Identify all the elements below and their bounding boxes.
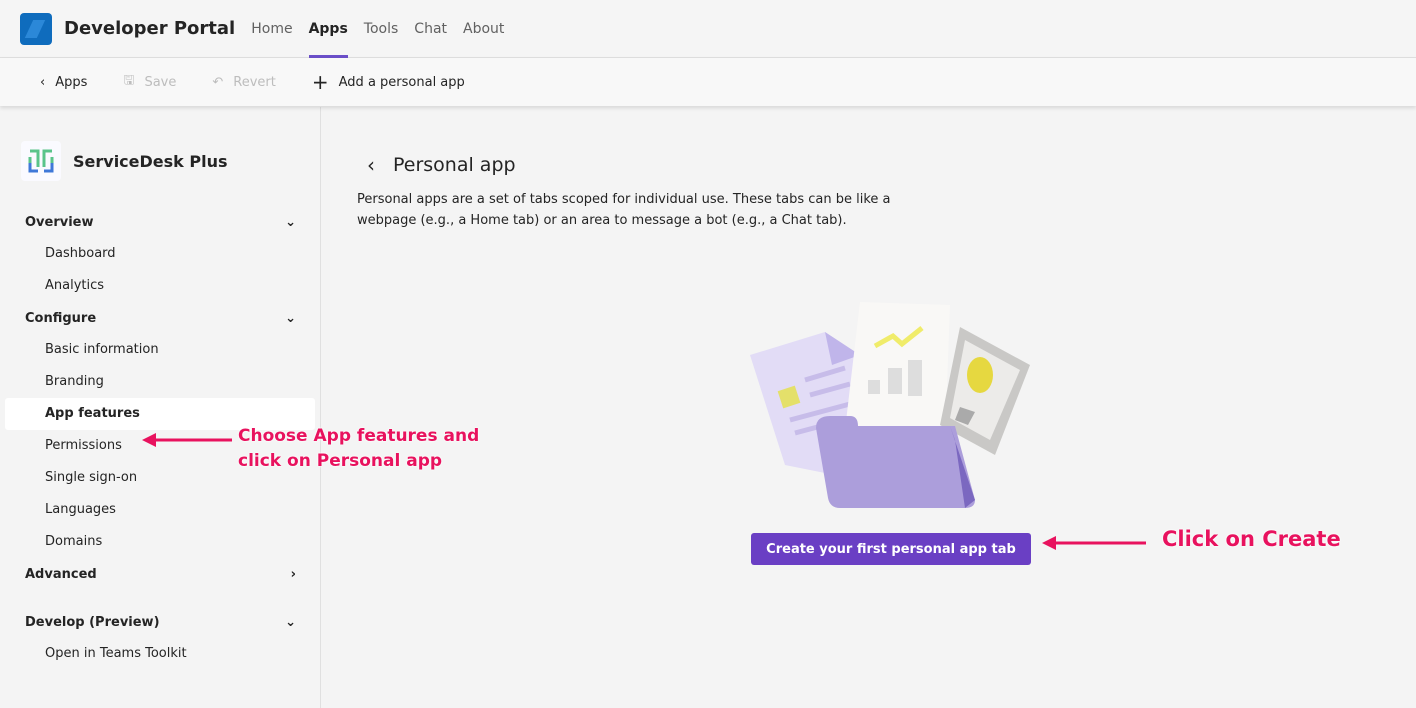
sidebar-item-branding[interactable]: Branding — [0, 366, 320, 398]
annotation-create: Click on Create — [1162, 527, 1341, 551]
chevron-down-icon: ⌄ — [285, 310, 296, 326]
save-button[interactable]: 🖫 Save — [123, 71, 176, 93]
revert-button[interactable]: ↶ Revert — [212, 75, 276, 90]
chevron-left-icon: ‹ — [40, 74, 46, 90]
app-name: ServiceDesk Plus — [73, 151, 228, 171]
section-label: Configure — [25, 310, 97, 326]
nav-apps[interactable]: Apps — [308, 0, 349, 58]
save-label: Save — [144, 74, 177, 90]
personal-app-illustration — [750, 302, 1030, 508]
create-personal-app-tab-button[interactable]: Create your first personal app tab — [751, 533, 1031, 565]
sidebar-item-domains[interactable]: Domains — [0, 526, 320, 558]
add-label: Add a personal app — [338, 74, 465, 90]
toolbar: ‹ Apps 🖫 Save ↶ Revert + Add a personal app — [0, 58, 1416, 106]
app-title: Developer Portal — [64, 18, 236, 39]
annotation-arrow-features — [142, 433, 232, 447]
annotation-features: Choose App features and click on Personal… — [238, 424, 479, 474]
annotation-line: click on Personal app — [238, 451, 443, 471]
developer-portal-logo-icon — [20, 12, 52, 45]
section-advanced[interactable]: Advanced › — [0, 558, 320, 590]
undo-icon: ↶ — [212, 74, 224, 90]
back-chevron-icon[interactable]: ‹ — [367, 153, 375, 177]
chevron-down-icon: ⌄ — [285, 214, 296, 230]
sidebar-item-open-in-teams-toolkit[interactable]: Open in Teams Toolkit — [0, 638, 320, 670]
chevron-right-icon: › — [290, 566, 296, 582]
section-label: Develop (Preview) — [25, 614, 160, 630]
sidebar: ServiceDesk Plus Overview ⌄ Dashboard Ana… — [0, 107, 321, 708]
section-label: Overview — [25, 214, 94, 230]
top-bar: Developer Portal Home Apps Tools Chat Ab… — [0, 0, 1416, 58]
section-overview[interactable]: Overview ⌄ — [0, 206, 320, 238]
annotation-arrow-create — [1042, 536, 1146, 550]
nav-tools[interactable]: Tools — [364, 0, 399, 58]
section-label: Advanced — [25, 566, 97, 582]
nav-chat[interactable]: Chat — [414, 0, 447, 58]
chevron-down-icon: ⌄ — [285, 614, 296, 630]
revert-label: Revert — [233, 74, 276, 90]
section-develop[interactable]: Develop (Preview) ⌄ — [0, 606, 320, 638]
nav-home[interactable]: Home — [251, 0, 292, 58]
back-to-apps-button[interactable]: ‹ Apps — [40, 75, 87, 90]
servicedesk-logo-icon — [21, 141, 61, 181]
page-description: Personal apps are a set of tabs scoped f… — [357, 192, 891, 228]
back-label: Apps — [55, 74, 88, 90]
page-title: Personal app — [393, 154, 516, 176]
app-header: ServiceDesk Plus — [21, 141, 320, 181]
sidebar-item-dashboard[interactable]: Dashboard — [0, 238, 320, 270]
nav-about[interactable]: About — [463, 0, 504, 58]
sidebar-item-basic-information[interactable]: Basic information — [0, 334, 320, 366]
sidebar-item-analytics[interactable]: Analytics — [0, 270, 320, 302]
plus-icon: + — [311, 70, 329, 94]
sidebar-item-languages[interactable]: Languages — [0, 494, 320, 526]
add-personal-app-button[interactable]: + Add a personal app — [312, 70, 465, 94]
main-content: ‹ Personal app Personal apps are a set of… — [321, 107, 1416, 708]
section-configure[interactable]: Configure ⌄ — [0, 302, 320, 334]
save-icon: 🖫 — [123, 73, 135, 88]
annotation-line: Choose App features and — [238, 426, 480, 446]
